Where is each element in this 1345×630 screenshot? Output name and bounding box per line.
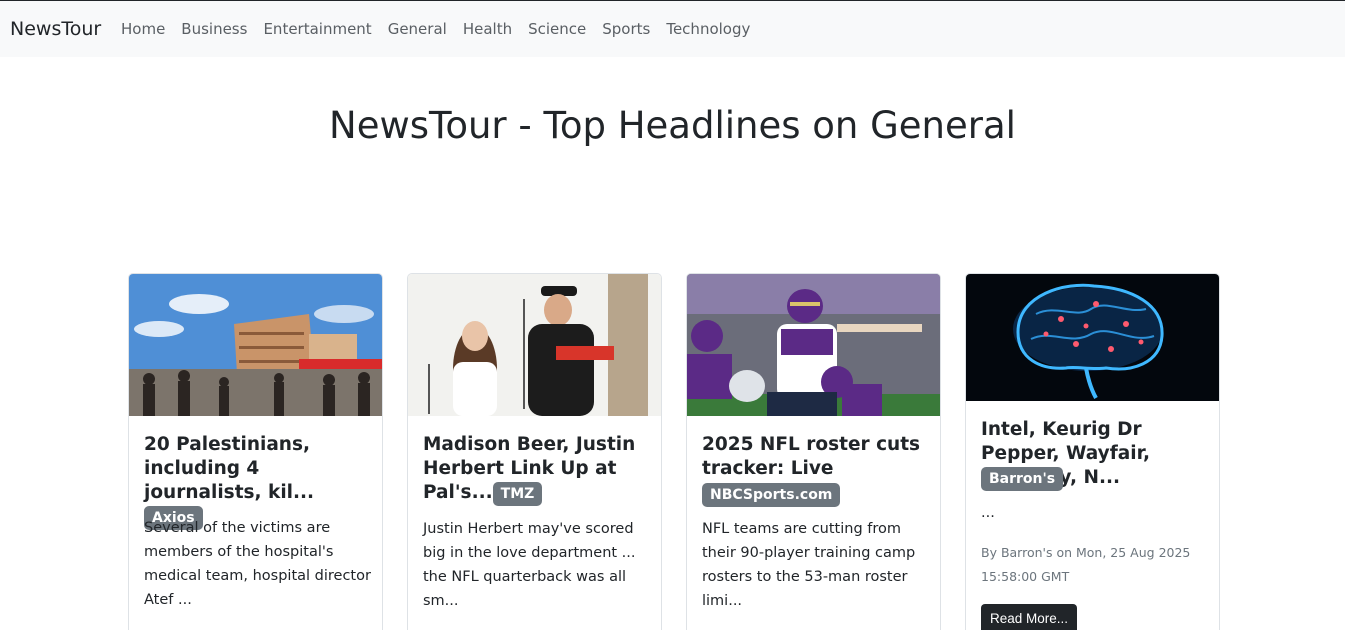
- news-image: [129, 274, 382, 416]
- news-image: [966, 274, 1219, 401]
- nav-link-entertainment[interactable]: Entertainment: [255, 20, 379, 38]
- source-badge: NBCSports.com: [702, 483, 841, 507]
- source-badge: TMZ: [492, 482, 543, 506]
- news-card: Madison Beer, Justin Herbert Link Up at …: [407, 273, 662, 630]
- brand-logo[interactable]: NewsTour: [10, 18, 101, 40]
- news-card: Intel, Keurig Dr Pepper, Wayfair, Strate…: [965, 273, 1220, 630]
- news-card-title-text: 20 Palestinians, including 4 journalists…: [144, 434, 315, 503]
- source-badge: Barron's: [981, 467, 1064, 491]
- news-card-title: Madison Beer, Justin Herbert Link Up at …: [423, 433, 645, 506]
- nav-link-business[interactable]: Business: [173, 20, 255, 38]
- nav-links: Home Business Entertainment General Heal…: [113, 20, 758, 38]
- news-card: 2025 NFL roster cuts tracker: Live updat…: [686, 273, 941, 630]
- navbar: NewsTour Home Business Entertainment Gen…: [0, 0, 1345, 57]
- news-card: 20 Palestinians, including 4 journalists…: [128, 273, 383, 630]
- news-card-description: Justin Herbert may've scored big in the …: [423, 521, 636, 609]
- nav-link-technology[interactable]: Technology: [658, 20, 758, 38]
- news-image: [687, 274, 940, 416]
- nav-link-sports[interactable]: Sports: [594, 20, 658, 38]
- page-title: NewsTour - Top Headlines on General: [329, 104, 1016, 147]
- news-image: [408, 274, 661, 416]
- news-card-description: Several of the victims are members of th…: [144, 520, 371, 608]
- read-more-button[interactable]: Read More...: [981, 604, 1078, 630]
- nav-link-science[interactable]: Science: [520, 20, 594, 38]
- news-card-description: ...: [981, 505, 995, 521]
- nav-link-general[interactable]: General: [380, 20, 455, 38]
- news-card-meta: By Barron's on Mon, 25 Aug 2025 15:58:00…: [981, 545, 1191, 584]
- nav-link-health[interactable]: Health: [455, 20, 520, 38]
- news-card-description: NFL teams are cutting from their 90-play…: [702, 521, 916, 609]
- nav-link-home[interactable]: Home: [113, 20, 173, 38]
